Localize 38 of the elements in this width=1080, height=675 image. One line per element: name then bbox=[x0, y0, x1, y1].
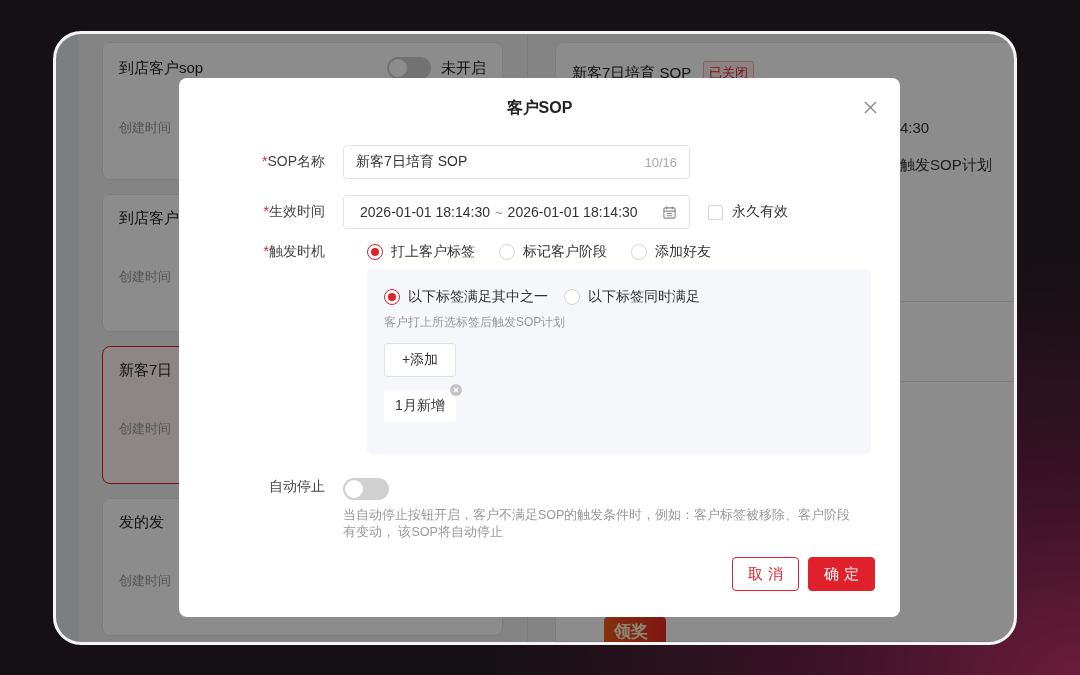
detail-text: 触发SOP计划 bbox=[900, 156, 993, 175]
reward-badge: 领奖 bbox=[604, 617, 666, 642]
detail-text: 4:30 bbox=[900, 119, 931, 136]
end-date: 2026-01-01 18:14:30 bbox=[507, 204, 638, 220]
start-date: 2026-01-01 18:14:30 bbox=[360, 204, 490, 220]
card-title: 新客7日 bbox=[119, 361, 173, 380]
checkbox-label: 永久有效 bbox=[732, 203, 788, 221]
calendar-icon bbox=[662, 204, 677, 220]
field-label: *SOP名称 bbox=[261, 153, 325, 171]
radio-label: 以下标签满足其中之一 bbox=[408, 288, 548, 306]
close-icon[interactable] bbox=[864, 101, 877, 114]
toggle-switch[interactable] bbox=[343, 478, 389, 500]
toggle-switch[interactable] bbox=[387, 57, 431, 79]
radio-label: 添加好友 bbox=[655, 243, 711, 261]
radio-label: 标记客户阶段 bbox=[523, 243, 607, 261]
card-title: 到店客户sop bbox=[119, 58, 204, 78]
checkbox[interactable] bbox=[708, 204, 723, 220]
remove-icon[interactable] bbox=[449, 384, 462, 396]
add-tag-button[interactable]: +添加 bbox=[384, 343, 456, 377]
radio-label: 以下标签同时满足 bbox=[588, 288, 700, 306]
radio-button[interactable] bbox=[384, 289, 400, 305]
field-label: *生效时间 bbox=[263, 203, 325, 221]
name-field[interactable]: 新客7日培育 SOP 10/16 bbox=[343, 145, 690, 179]
hint-text: 当自动停止按钮开启，客户不满足SOP的触发条件时，例如：客户标签被移除、客户阶段有变动， 该SOP将自动停止 bbox=[343, 507, 852, 541]
dialog-title: 客户SOP bbox=[506, 97, 573, 118]
hint-text: 客户打上所选标签后触发SOP计划 bbox=[384, 314, 566, 331]
radio-label: 打上客户标签 bbox=[391, 243, 475, 261]
field-label: *触发时机 bbox=[263, 243, 325, 261]
confirm-button[interactable]: 确 定 bbox=[808, 557, 875, 591]
radio-button[interactable] bbox=[367, 244, 383, 260]
card-title: 到店客户 bbox=[119, 209, 179, 228]
field-label: 自动停止 bbox=[269, 478, 325, 496]
toggle-label: 未开启 bbox=[441, 58, 486, 78]
card-title: 发的发 bbox=[119, 513, 164, 532]
cancel-button[interactable]: 取 消 bbox=[732, 557, 799, 591]
range-separator: ~ bbox=[495, 204, 503, 220]
date-range-field[interactable]: 2026-01-01 18:14:30 ~ 2026-01-01 18:14:30 bbox=[343, 195, 690, 229]
char-counter: 10/16 bbox=[644, 154, 677, 170]
